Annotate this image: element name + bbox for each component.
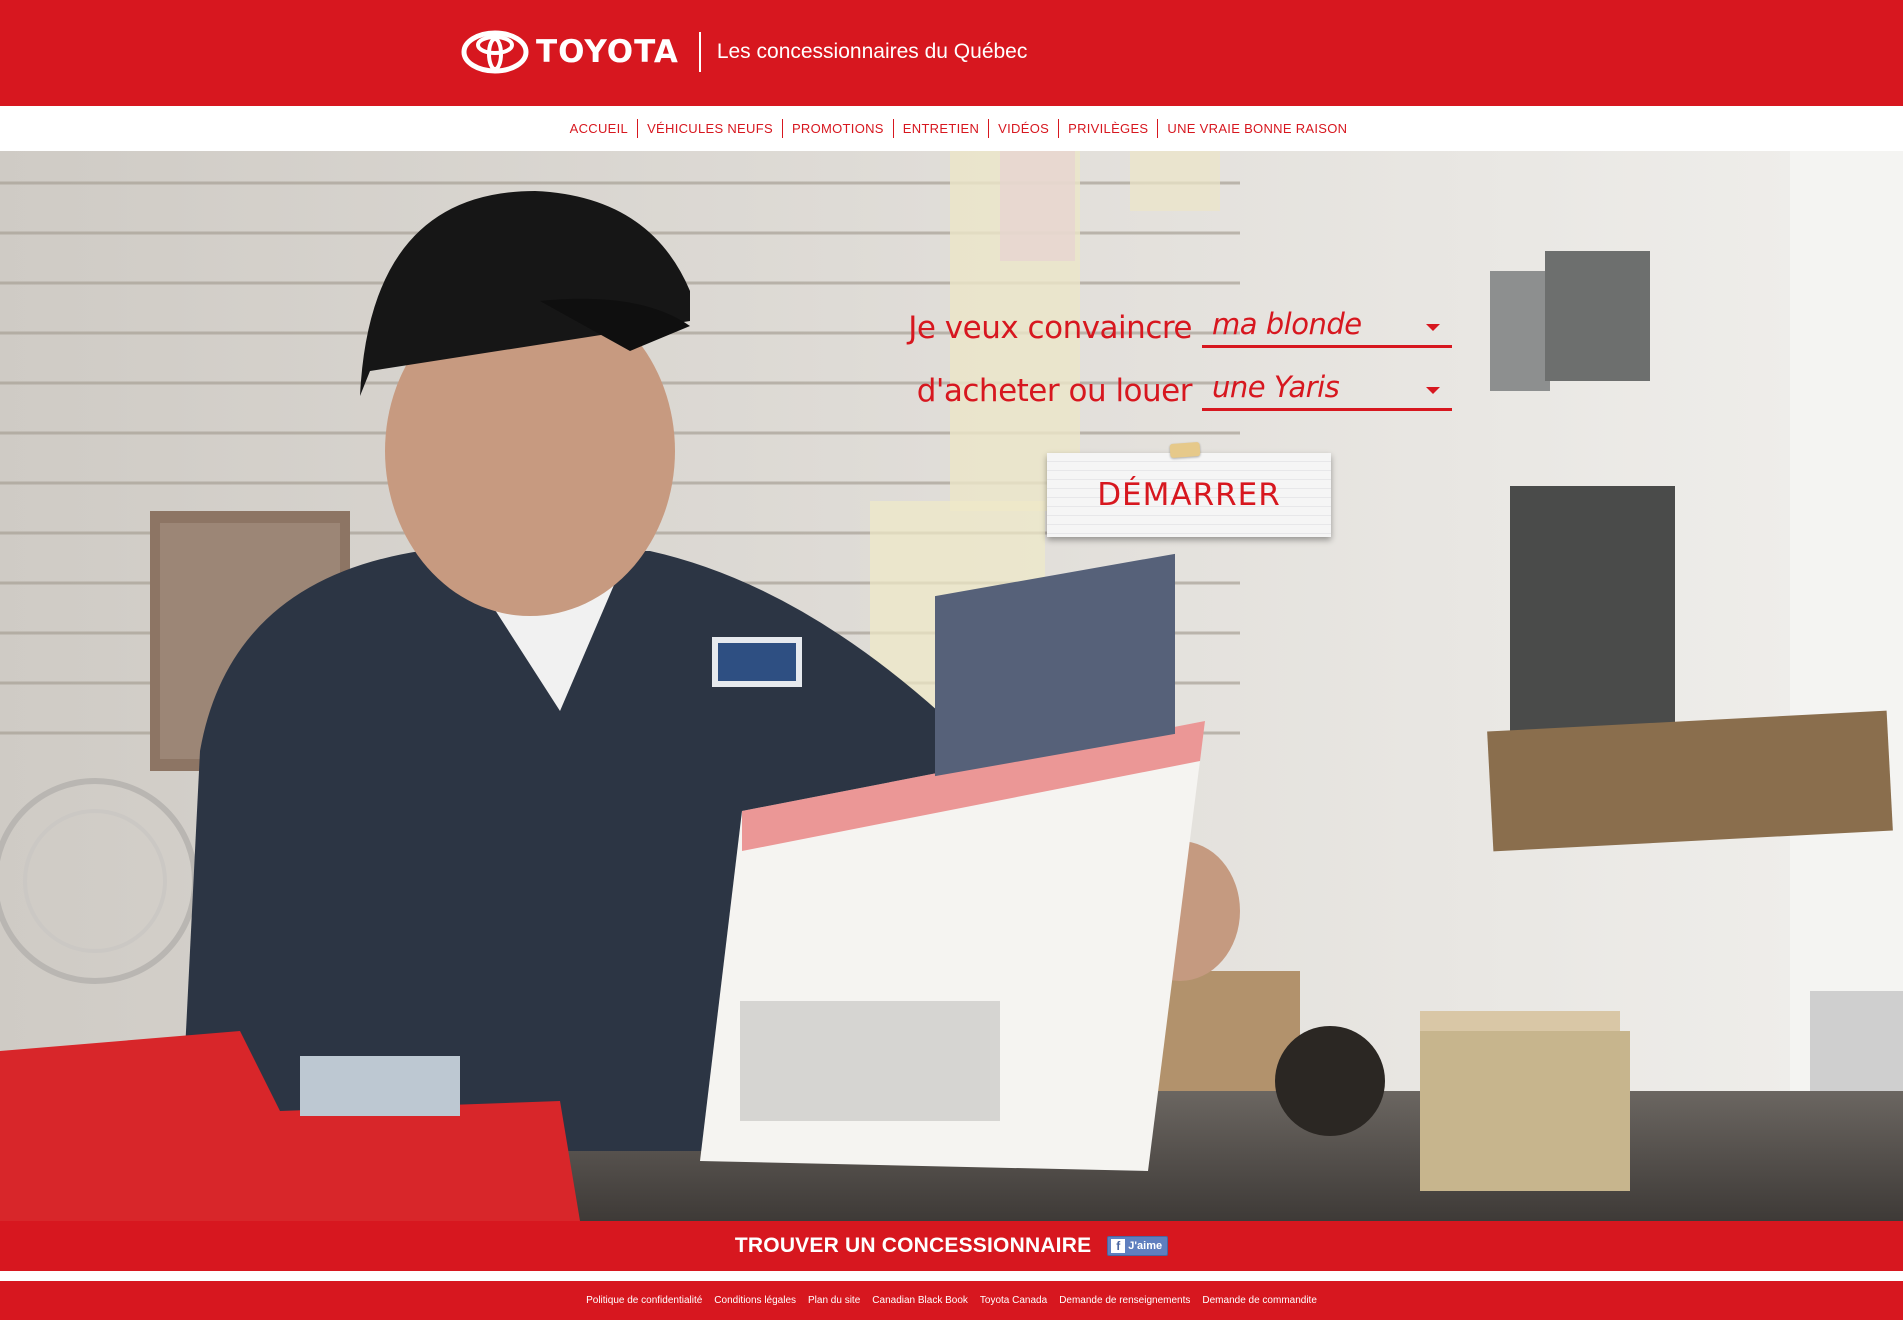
footer-divider: [0, 1271, 1903, 1281]
vehicle-model-value: une Yaris: [1212, 370, 1340, 404]
nav-item-promotions[interactable]: PROMOTIONS: [783, 119, 893, 138]
footer-link-legal[interactable]: Conditions légales: [708, 1295, 802, 1306]
nav-item-privileges[interactable]: PRIVILÈGES: [1059, 119, 1157, 138]
nav-list: ACCUEIL VÉHICULES NEUFS PROMOTIONS ENTRE…: [547, 119, 1357, 138]
main-nav: ACCUEIL VÉHICULES NEUFS PROMOTIONS ENTRE…: [0, 106, 1903, 151]
caret-down-icon: [1426, 387, 1440, 394]
facebook-like-button[interactable]: f J'aime: [1107, 1236, 1169, 1256]
target-person-dropdown[interactable]: ma blonde: [1202, 306, 1452, 348]
footer-link-toyota-canada[interactable]: Toyota Canada: [974, 1295, 1053, 1306]
selector-row-model: d'acheter ou louer une Yaris: [917, 369, 1452, 411]
start-button[interactable]: DÉMARRER: [1047, 453, 1331, 537]
find-dealer-link[interactable]: TROUVER UN CONCESSIONNAIRE: [735, 1234, 1091, 1258]
vehicle-model-dropdown[interactable]: une Yaris: [1202, 369, 1452, 411]
tape-decoration: [1169, 441, 1201, 459]
facebook-icon: f: [1111, 1239, 1126, 1253]
start-button-label: DÉMARRER: [1097, 477, 1281, 513]
dealer-bar: TROUVER UN CONCESSIONNAIRE f J'aime: [0, 1221, 1903, 1271]
footer-link-privacy[interactable]: Politique de confidentialité: [580, 1295, 708, 1306]
brand-logo-link[interactable]: TOYOTA Les concessionnaires du Québec: [461, 30, 1027, 74]
footer-link-black-book[interactable]: Canadian Black Book: [866, 1295, 974, 1306]
selector-lead-convince: Je veux convaincre: [908, 310, 1192, 346]
footer-link-sponsorship-request[interactable]: Demande de commandite: [1196, 1295, 1323, 1306]
facebook-like-label: J'aime: [1128, 1240, 1163, 1252]
site-footer: Politique de confidentialité Conditions …: [0, 1281, 1903, 1320]
caret-down-icon: [1426, 324, 1440, 331]
selector-row-target: Je veux convaincre ma blonde: [908, 306, 1452, 348]
nav-item-videos[interactable]: VIDÉOS: [989, 119, 1058, 138]
footer-link-information-request[interactable]: Demande de renseignements: [1053, 1295, 1196, 1306]
header-tagline: Les concessionnaires du Québec: [716, 40, 1028, 63]
nav-item-entretien[interactable]: ENTRETIEN: [894, 119, 988, 138]
site-header: TOYOTA Les concessionnaires du Québec: [0, 0, 1903, 106]
hero-video: Je veux convaincre ma blonde d'acheter o…: [0, 151, 1903, 1221]
nav-item-vehicules-neufs[interactable]: VÉHICULES NEUFS: [638, 119, 782, 138]
nav-item-une-vraie-bonne-raison[interactable]: UNE VRAIE BONNE RAISON: [1158, 119, 1356, 138]
target-person-value: ma blonde: [1212, 307, 1362, 341]
footer-link-sitemap[interactable]: Plan du site: [802, 1295, 866, 1306]
brand-divider: [698, 32, 701, 72]
toyota-logo-icon: [461, 30, 529, 74]
selector-lead-buy-lease: d'acheter ou louer: [916, 373, 1193, 409]
brand-wordmark: TOYOTA: [536, 34, 679, 70]
nav-item-accueil[interactable]: ACCUEIL: [561, 119, 637, 138]
